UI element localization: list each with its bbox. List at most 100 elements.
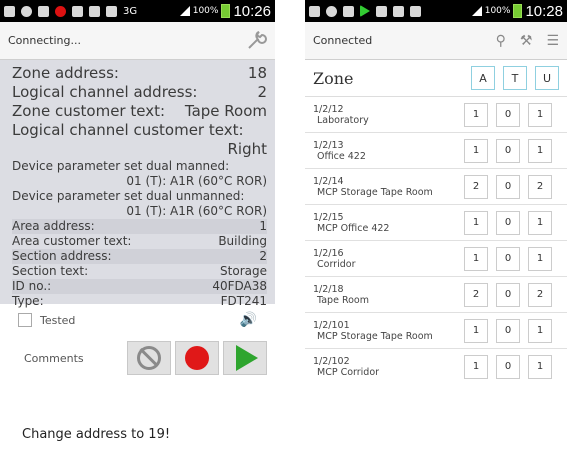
signal-icon bbox=[179, 6, 190, 16]
zone-list: 1/2/12 Laboratory 1 0 1 1/2/13 Office 422 1 0 1 1/… bbox=[305, 97, 567, 380]
zone-value-u[interactable]: 2 bbox=[528, 174, 552, 199]
zone-name: Corridor bbox=[317, 258, 356, 270]
tested-label: Tested bbox=[40, 313, 76, 327]
detail-label: Section address: bbox=[12, 249, 112, 263]
zone-id: 1/2/14 bbox=[313, 175, 344, 187]
clock: 10:26 bbox=[233, 2, 271, 20]
zone-info: 1/2/15 MCP Office 422 bbox=[313, 212, 456, 234]
zone-row[interactable]: 1/2/16 Corridor 1 0 1 bbox=[305, 241, 567, 277]
detail-row: Zone customer text: Tape Room bbox=[12, 102, 267, 121]
zone-row[interactable]: 1/2/101 MCP Storage Tape Room 1 0 1 bbox=[305, 313, 567, 349]
zone-name: MCP Corridor bbox=[317, 366, 380, 378]
search-icon[interactable]: ⚲ bbox=[496, 33, 506, 49]
column-header-a[interactable]: A bbox=[471, 66, 495, 90]
zone-id: 1/2/12 bbox=[313, 103, 344, 115]
mail-icon bbox=[393, 5, 404, 17]
wrench-icon[interactable]: ⚒ bbox=[520, 33, 533, 49]
zone-row[interactable]: 1/2/12 Laboratory 1 0 1 bbox=[305, 97, 567, 133]
zone-id: 1/2/15 bbox=[313, 211, 344, 223]
detail-row: Right bbox=[12, 140, 268, 159]
zone-info: 1/2/16 Corridor bbox=[313, 248, 456, 270]
detail-row: Zone address: 18 bbox=[12, 64, 267, 83]
zone-value-a[interactable]: 1 bbox=[464, 138, 488, 163]
zone-name: MCP Office 422 bbox=[317, 222, 390, 234]
detail-row: Device parameter set dual manned: bbox=[12, 159, 267, 174]
zone-value-a[interactable]: 1 bbox=[464, 210, 488, 235]
detail-label: ID no.: bbox=[12, 279, 52, 293]
zone-value-a[interactable]: 1 bbox=[464, 102, 488, 127]
detail-label: Area customer text: bbox=[12, 234, 132, 248]
usb-icon bbox=[38, 5, 49, 17]
column-header-u[interactable]: U bbox=[535, 66, 559, 90]
zone-info: 1/2/18 Tape Room bbox=[313, 284, 456, 306]
detail-label: Logical channel customer text: bbox=[12, 121, 244, 139]
zone-value-u[interactable]: 2 bbox=[528, 282, 552, 307]
zone-value-t[interactable]: 0 bbox=[496, 318, 520, 343]
bluetooth-icon bbox=[410, 5, 421, 17]
zone-value-a[interactable]: 1 bbox=[464, 354, 488, 379]
zone-value-t[interactable]: 0 bbox=[496, 246, 520, 271]
wrench-icon[interactable] bbox=[245, 30, 267, 52]
cancel-icon bbox=[137, 346, 161, 370]
wifi-icon bbox=[326, 5, 337, 17]
zone-value-u[interactable]: 1 bbox=[528, 354, 552, 379]
speaker-icon[interactable]: 🔊 bbox=[240, 312, 257, 328]
connection-status: Connected bbox=[313, 34, 373, 47]
play-button[interactable] bbox=[223, 341, 267, 375]
zone-row[interactable]: 1/2/14 MCP Storage Tape Room 2 0 2 bbox=[305, 169, 567, 205]
play-notification-icon bbox=[360, 5, 370, 17]
detail-value: Storage bbox=[220, 264, 267, 278]
zone-value-a[interactable]: 1 bbox=[464, 318, 488, 343]
detail-value: Tape Room bbox=[184, 102, 267, 120]
zone-row[interactable]: 1/2/13 Office 422 1 0 1 bbox=[305, 133, 567, 169]
zone-value-a[interactable]: 2 bbox=[464, 282, 488, 307]
zone-value-u[interactable]: 1 bbox=[528, 246, 552, 271]
battery-percent: 100% bbox=[484, 6, 511, 16]
comments-label[interactable]: Comments bbox=[24, 352, 123, 365]
zone-value-u[interactable]: 1 bbox=[528, 138, 552, 163]
zone-value-t[interactable]: 0 bbox=[496, 354, 520, 379]
detail-value: 18 bbox=[247, 64, 267, 82]
detail-row: Area address: 1 bbox=[12, 219, 267, 234]
zone-row[interactable]: 1/2/102 MCP Corridor 1 0 1 bbox=[305, 349, 567, 380]
detail-value: 01 (T): A1R (60°C ROR) bbox=[126, 174, 267, 188]
record-icon bbox=[185, 346, 209, 370]
zone-value-a[interactable]: 1 bbox=[464, 246, 488, 271]
zone-value-u[interactable]: 1 bbox=[528, 318, 552, 343]
detail-value: Building bbox=[218, 234, 267, 248]
device-details: Zone address: 18 Logical channel address: 2… bbox=[0, 60, 275, 308]
battery-icon bbox=[513, 4, 523, 18]
detail-label: Zone customer text: bbox=[12, 102, 166, 120]
zone-name: Laboratory bbox=[317, 114, 369, 126]
detail-label: Type: bbox=[12, 294, 44, 308]
zone-value-t[interactable]: 0 bbox=[496, 282, 520, 307]
usb-icon bbox=[343, 5, 354, 17]
zone-value-a[interactable]: 2 bbox=[464, 174, 488, 199]
detail-row: Section address: 2 bbox=[12, 249, 267, 264]
zone-name: Tape Room bbox=[317, 294, 369, 306]
zone-info: 1/2/102 MCP Corridor bbox=[313, 356, 456, 378]
column-header-t[interactable]: T bbox=[503, 66, 527, 90]
zone-value-t[interactable]: 0 bbox=[496, 102, 520, 127]
wifi-icon bbox=[21, 5, 32, 17]
zone-value-u[interactable]: 1 bbox=[528, 210, 552, 235]
filter-icon[interactable]: ☰ bbox=[546, 33, 559, 49]
zone-row[interactable]: 1/2/18 Tape Room 2 0 2 bbox=[305, 277, 567, 313]
battery-icon bbox=[221, 4, 231, 18]
record-button[interactable] bbox=[175, 341, 219, 375]
zone-info: 1/2/101 MCP Storage Tape Room bbox=[313, 320, 456, 342]
zone-row[interactable]: 1/2/15 MCP Office 422 1 0 1 bbox=[305, 205, 567, 241]
detail-row: ID no.: 40FDA38 bbox=[12, 279, 267, 294]
zone-id: 1/2/102 bbox=[313, 355, 350, 367]
cancel-button[interactable] bbox=[127, 341, 171, 375]
zone-value-t[interactable]: 0 bbox=[496, 174, 520, 199]
detail-value: Right bbox=[227, 140, 268, 158]
zone-header: Zone A T U bbox=[305, 60, 567, 97]
zone-value-t[interactable]: 0 bbox=[496, 210, 520, 235]
detail-row: 01 (T): A1R (60°C ROR) bbox=[12, 204, 267, 219]
app-bar: Connecting... bbox=[0, 22, 275, 60]
zone-value-t[interactable]: 0 bbox=[496, 138, 520, 163]
zone-value-u[interactable]: 1 bbox=[528, 102, 552, 127]
mail-icon bbox=[89, 5, 100, 17]
tested-checkbox[interactable] bbox=[18, 313, 32, 327]
